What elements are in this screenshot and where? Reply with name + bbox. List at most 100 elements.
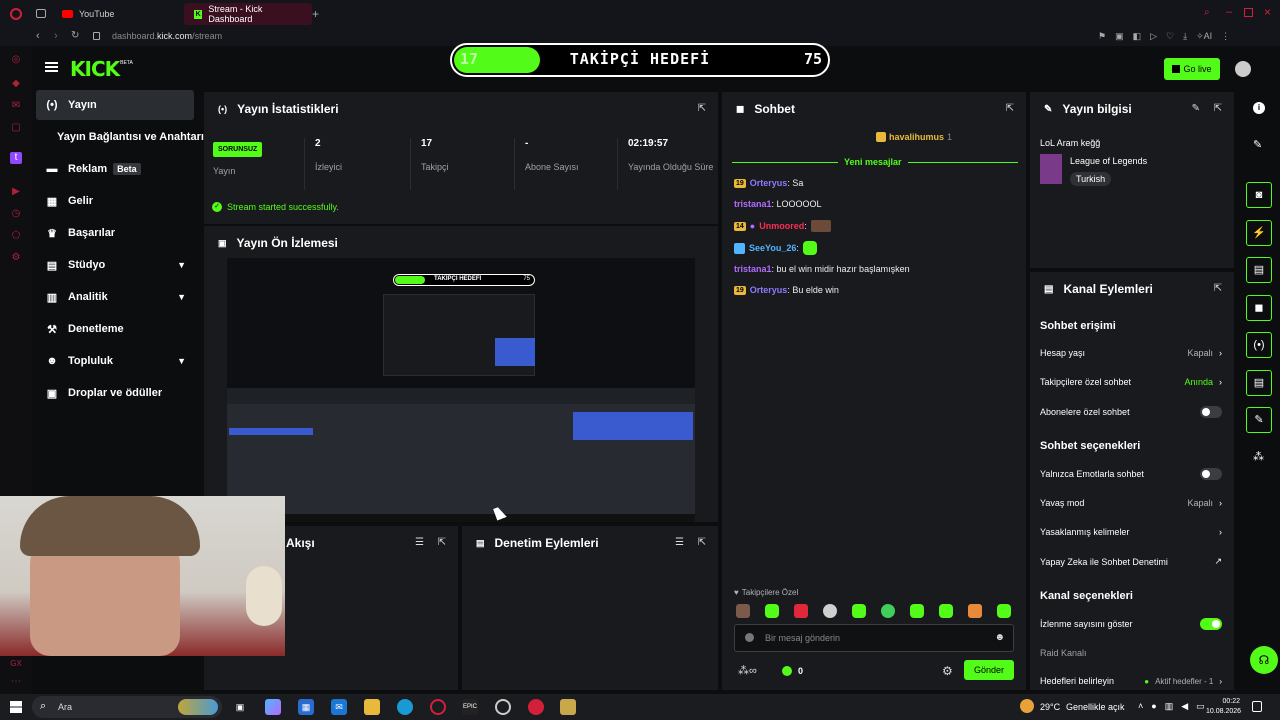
- row-raid[interactable]: Raid Kanalı: [1040, 648, 1222, 658]
- rail-chat-button[interactable]: ◼: [1246, 295, 1272, 321]
- ai-icon[interactable]: ✧AI: [1196, 31, 1212, 42]
- opera-gx-logo-icon[interactable]: [10, 8, 22, 20]
- back-icon[interactable]: ‹: [36, 30, 40, 42]
- emote-10[interactable]: [997, 604, 1011, 618]
- nav-item-studio[interactable]: ▤ Stüdyo ▼: [36, 250, 194, 280]
- kick-logo[interactable]: KICK BETA: [70, 57, 133, 81]
- popout-icon[interactable]: ⇱: [698, 537, 706, 548]
- emote-5[interactable]: [852, 604, 866, 618]
- copilot-icon[interactable]: [265, 699, 281, 715]
- record-app-icon[interactable]: [528, 699, 544, 715]
- pencil-icon[interactable]: ✎: [1253, 138, 1262, 151]
- rail-wrench-button[interactable]: ✎: [1246, 407, 1272, 433]
- row-banned-words[interactable]: Yasaklanmış kelimeler ›: [1040, 527, 1222, 537]
- nav-item-community[interactable]: ☻ Topluluk ▼: [36, 346, 194, 376]
- emote-2[interactable]: [765, 604, 779, 618]
- emote-7[interactable]: [910, 604, 924, 618]
- row-emote-only[interactable]: Yalnızca Emotlarla sohbet: [1040, 468, 1222, 480]
- bookmark-icon[interactable]: ⚑: [1098, 31, 1106, 42]
- filter-icon[interactable]: ☰: [675, 537, 684, 548]
- customize-icon[interactable]: ⁂: [1253, 450, 1264, 463]
- history-icon[interactable]: ◷: [10, 208, 22, 220]
- row-ai-moderation[interactable]: Yapay Zeka ile Sohbet Denetimi ↗: [1040, 556, 1222, 567]
- emote-9[interactable]: [968, 604, 982, 618]
- heart-icon[interactable]: ♡: [1166, 31, 1174, 42]
- emote-8[interactable]: [939, 604, 953, 618]
- volume-icon[interactable]: ◀: [1181, 701, 1188, 712]
- nav-item-revenue[interactable]: ▦ Gelir: [36, 186, 194, 216]
- emote-6[interactable]: [881, 604, 895, 618]
- infinity-icon[interactable]: ⁂∞: [738, 664, 757, 677]
- download-icon[interactable]: ⤓: [1183, 31, 1187, 42]
- extensions-icon[interactable]: ◧: [1133, 31, 1142, 42]
- nav-item-drops[interactable]: ▣ Droplar ve ödüller: [36, 378, 194, 408]
- preview-video[interactable]: TAKİPÇİ HEDEFİ 75: [227, 258, 695, 522]
- file-explorer-icon[interactable]: [364, 699, 380, 715]
- messenger-icon[interactable]: ✉: [10, 100, 22, 112]
- send-button[interactable]: Gönder: [964, 660, 1014, 680]
- rail-broadcast-button[interactable]: (•): [1246, 332, 1272, 358]
- more-icon[interactable]: ⋯: [10, 676, 22, 688]
- tray-chevron-icon[interactable]: ˄: [1138, 701, 1143, 712]
- taskbar-search[interactable]: ⌕ Ara: [32, 696, 222, 718]
- snapshot-icon[interactable]: ▣: [1115, 31, 1124, 42]
- gx-corner-icon[interactable]: ◆: [10, 78, 22, 90]
- forward-icon[interactable]: ›: [54, 30, 58, 42]
- nav-item-ads[interactable]: ▬ Reklam Beta: [36, 154, 194, 184]
- emote-1[interactable]: [736, 604, 750, 618]
- settings-icon[interactable]: ⚙: [10, 252, 22, 264]
- hamburger-menu-icon[interactable]: [45, 62, 58, 72]
- rail-camera-button[interactable]: ◙: [1246, 182, 1272, 208]
- league-client-icon[interactable]: [560, 699, 576, 715]
- row-subs-chat[interactable]: Abonelere özel sohbet: [1040, 406, 1222, 418]
- epic-games-icon[interactable]: EPIC: [462, 699, 478, 715]
- search-tabs-icon[interactable]: ⌕: [1204, 7, 1210, 18]
- pinboard-icon[interactable]: ⬠: [10, 230, 22, 242]
- minimize-button[interactable]: –: [1226, 6, 1232, 18]
- rail-lightning-button[interactable]: ⚡: [1246, 220, 1272, 246]
- rail-document-button[interactable]: ▤: [1246, 257, 1272, 283]
- popout-icon[interactable]: ⇱: [1006, 103, 1014, 114]
- clock[interactable]: 00:22 10.08.2026: [1206, 697, 1241, 717]
- emoji-icon[interactable]: ☻: [994, 632, 1005, 643]
- battery-icon[interactable]: ▭: [1196, 701, 1205, 712]
- emote-3[interactable]: [794, 604, 808, 618]
- row-followers-chat[interactable]: Takipçilere özel sohbet Anında ›: [1040, 377, 1222, 387]
- mic-tray-icon[interactable]: ●: [1151, 701, 1156, 712]
- mail-icon[interactable]: ✉: [331, 699, 347, 715]
- avatar[interactable]: [1235, 61, 1251, 77]
- notifications-icon[interactable]: [1252, 701, 1262, 712]
- subs-chat-toggle[interactable]: [1200, 406, 1222, 418]
- tab-youtube[interactable]: YouTube: [52, 3, 124, 25]
- twitch-icon[interactable]: t: [10, 152, 22, 164]
- edit-icon[interactable]: ✎: [1192, 103, 1200, 114]
- close-window-button[interactable]: ×: [1264, 5, 1271, 19]
- task-view-icon[interactable]: ▣: [232, 699, 248, 715]
- chat-input[interactable]: Bir mesaj gönderin ☻: [734, 624, 1014, 652]
- windows-start-icon[interactable]: [10, 701, 22, 713]
- network-icon[interactable]: ▥: [1165, 701, 1174, 712]
- popout-icon[interactable]: ⇱: [438, 537, 446, 548]
- store-icon[interactable]: ▦: [298, 699, 314, 715]
- nav-item-moderation[interactable]: ⚒ Denetleme: [36, 314, 194, 344]
- row-goals[interactable]: Hedefleri belirleyin ● Aktif hedefler - 1…: [1040, 676, 1222, 686]
- rail-list-button[interactable]: ▤: [1246, 370, 1272, 396]
- new-tab-button[interactable]: +: [312, 7, 319, 21]
- url-field[interactable]: dashboard.kick.com/stream: [112, 31, 222, 41]
- nav-item-achievements[interactable]: ♛ Başarılar: [36, 218, 194, 248]
- obs-icon[interactable]: [495, 699, 511, 715]
- row-slow-mode[interactable]: Yavaş mod Kapalı ›: [1040, 498, 1222, 508]
- edge-icon[interactable]: [397, 699, 413, 715]
- instagram-icon[interactable]: ▢: [10, 122, 22, 134]
- support-button[interactable]: ☊: [1250, 646, 1278, 674]
- chat-settings-icon[interactable]: ⚙: [942, 664, 953, 678]
- emote-only-toggle[interactable]: [1200, 468, 1222, 480]
- show-views-toggle[interactable]: [1200, 618, 1222, 630]
- popout-icon[interactable]: ⇱: [1214, 283, 1222, 294]
- opera-gx-taskbar-icon[interactable]: [430, 699, 446, 715]
- go-live-button[interactable]: Go live: [1164, 58, 1220, 80]
- row-show-views[interactable]: İzlenme sayısını göster: [1040, 618, 1222, 630]
- category-name[interactable]: League of Legends: [1070, 156, 1147, 166]
- nav-item-stream[interactable]: (•) Yayın: [36, 90, 194, 120]
- nav-item-analytics[interactable]: ▥ Analitik ▼: [36, 282, 194, 312]
